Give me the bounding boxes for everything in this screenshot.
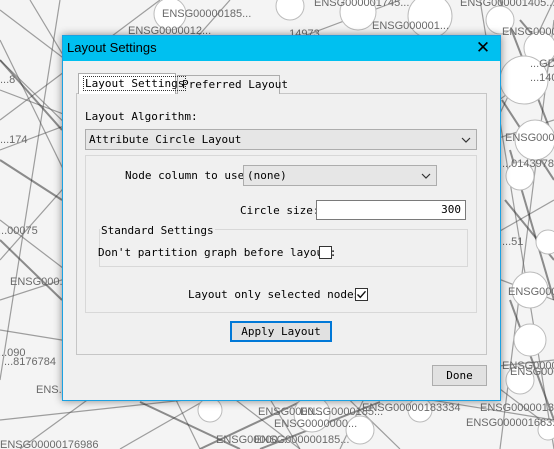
node-label: ENSG00000176986 <box>0 439 99 449</box>
layout-algorithm-select[interactable]: Attribute Circle Layout <box>85 129 477 150</box>
dialog-title-bar[interactable]: Layout Settings ✕ <box>63 36 500 61</box>
done-button[interactable]: Done <box>432 365 487 386</box>
apply-layout-button[interactable]: Apply Layout <box>230 321 332 342</box>
layout-algorithm-value: Attribute Circle Layout <box>89 133 242 146</box>
node-column-select[interactable]: (none) <box>243 165 437 186</box>
node-label: ENSG00000183334 <box>362 402 461 414</box>
no-partition-label: Don't partition graph before layout: <box>98 246 337 259</box>
node-label: ENSG0000013... <box>480 402 554 414</box>
circle-size-label: Circle size: <box>240 204 320 217</box>
node-label: ...174 <box>0 134 28 146</box>
node-label: ...8 <box>0 74 16 86</box>
node-label: ...00075 <box>0 225 38 237</box>
standard-settings-title: Standard Settings <box>100 224 215 237</box>
layout-algorithm-label: Layout Algorithm: <box>85 110 198 123</box>
node-label: ENSG000001663... <box>466 417 554 429</box>
tab-preferred-layout[interactable]: Preferred Layout <box>177 75 288 94</box>
close-icon: ✕ <box>475 38 491 58</box>
node-label: ENSG000001745... <box>314 0 410 9</box>
circle-size-input[interactable]: 300 <box>316 200 466 220</box>
node-label: ...0143978 <box>502 158 554 170</box>
tab-label: Layout Settings <box>83 76 187 91</box>
close-button[interactable]: ✕ <box>470 37 496 59</box>
node-label: ENSG000... <box>508 286 554 298</box>
node-label: ENSG000... <box>10 276 69 288</box>
node-label: ...51 <box>502 236 524 248</box>
no-partition-checkbox[interactable] <box>319 246 332 259</box>
desktop-canvas: ENSG00000185... ENSG000001745... ENSG000… <box>0 0 554 449</box>
dialog-title: Layout Settings <box>67 40 157 55</box>
node-label: ENSG00000185... <box>162 8 252 20</box>
node-column-label: Node column to use: <box>125 169 251 182</box>
node-label: ...8176784 <box>4 356 56 368</box>
node-label: ...1405 <box>530 72 554 84</box>
node-label: ENSG0000... <box>505 132 554 144</box>
tab-label: Preferred Layout <box>182 78 288 91</box>
node-column-value: (none) <box>247 169 287 182</box>
node-label: ENSG000001... <box>372 20 450 32</box>
tab-layout-settings[interactable]: Layout Settings <box>78 73 187 94</box>
layout-settings-dialog: Layout Settings ✕ Layout Settings Prefer… <box>62 35 501 401</box>
node-label: ENSG0000012... <box>502 26 554 38</box>
node-label: ENSG0000016... <box>502 360 554 372</box>
node-label: ENSG000001405... <box>460 0 554 9</box>
selected-only-checkbox[interactable] <box>355 288 368 301</box>
chevron-down-icon <box>461 137 471 143</box>
node-label: ENSG0000000... <box>274 418 358 430</box>
chevron-down-icon <box>421 173 431 179</box>
node-label: ...GD <box>530 58 554 70</box>
node-label: ENSG000000185... <box>254 434 350 446</box>
checkmark-icon <box>357 290 367 299</box>
selected-only-label: Layout only selected nodes: <box>188 288 367 301</box>
